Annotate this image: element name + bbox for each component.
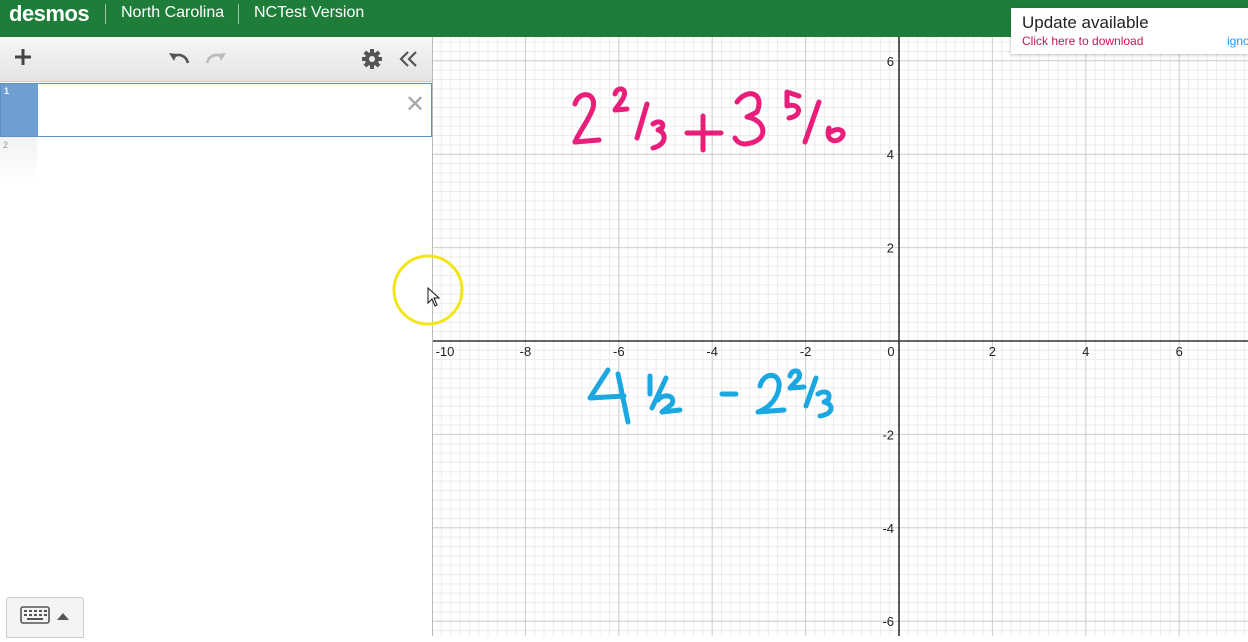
- header-divider: [238, 4, 239, 24]
- handwriting-top: [572, 86, 846, 153]
- expression-toolbar: [0, 37, 432, 82]
- add-item-button[interactable]: [13, 47, 33, 72]
- x-tick-label: -10: [436, 344, 455, 359]
- x-tick-label: -8: [520, 344, 532, 359]
- undo-button[interactable]: [168, 50, 190, 71]
- delete-expression-icon[interactable]: ✕: [405, 90, 425, 119]
- settings-button[interactable]: [362, 49, 382, 74]
- expression-row-1[interactable]: 1 ✕: [0, 83, 432, 137]
- download-link[interactable]: Click here to download: [1022, 34, 1143, 48]
- collapse-panel-button[interactable]: [399, 50, 419, 73]
- mouse-pointer-icon: [427, 287, 441, 307]
- update-notification: Update available Click here to download …: [1011, 8, 1248, 54]
- redo-icon: [205, 53, 226, 64]
- x-tick-label: -4: [706, 344, 718, 359]
- x-tick-label: 4: [1082, 344, 1089, 359]
- y-tick-label: 6: [887, 54, 894, 69]
- ignore-link[interactable]: igno: [1227, 34, 1248, 48]
- y-tick-label: 2: [887, 241, 894, 256]
- header-link-version[interactable]: NCTest Version: [254, 4, 364, 22]
- gear-icon: [362, 49, 382, 69]
- expression-tab: 2: [0, 137, 37, 183]
- expression-tab: 1: [1, 84, 38, 136]
- y-tick-label: -2: [882, 427, 894, 442]
- y-tick-label: -4: [882, 521, 894, 536]
- header-divider: [105, 4, 106, 24]
- undo-icon: [169, 53, 190, 64]
- header-link-state[interactable]: North Carolina: [121, 4, 224, 22]
- expression-row-2[interactable]: 2: [0, 137, 432, 183]
- expression-index: 2: [3, 140, 9, 150]
- double-chevron-left-icon: [399, 51, 417, 67]
- x-tick-label: -2: [800, 344, 812, 359]
- desmos-logo[interactable]: desmos: [9, 1, 90, 27]
- x-tick-label: 2: [989, 344, 996, 359]
- x-tick-label: 6: [1176, 344, 1183, 359]
- keypad-toggle-button[interactable]: [6, 597, 84, 638]
- handwriting-bottom: [587, 367, 834, 425]
- x-tick-label: 0: [887, 344, 894, 359]
- expression-index: 1: [4, 86, 10, 96]
- x-tick-label: -6: [613, 344, 625, 359]
- keyboard-icon: [20, 606, 69, 624]
- plus-icon: [15, 49, 31, 65]
- redo-button[interactable]: [205, 50, 227, 71]
- update-title: Update available: [1022, 13, 1149, 32]
- expression-panel: 1 ✕ 2: [0, 37, 433, 638]
- y-tick-label: -6: [882, 614, 894, 629]
- y-tick-label: 4: [887, 147, 894, 162]
